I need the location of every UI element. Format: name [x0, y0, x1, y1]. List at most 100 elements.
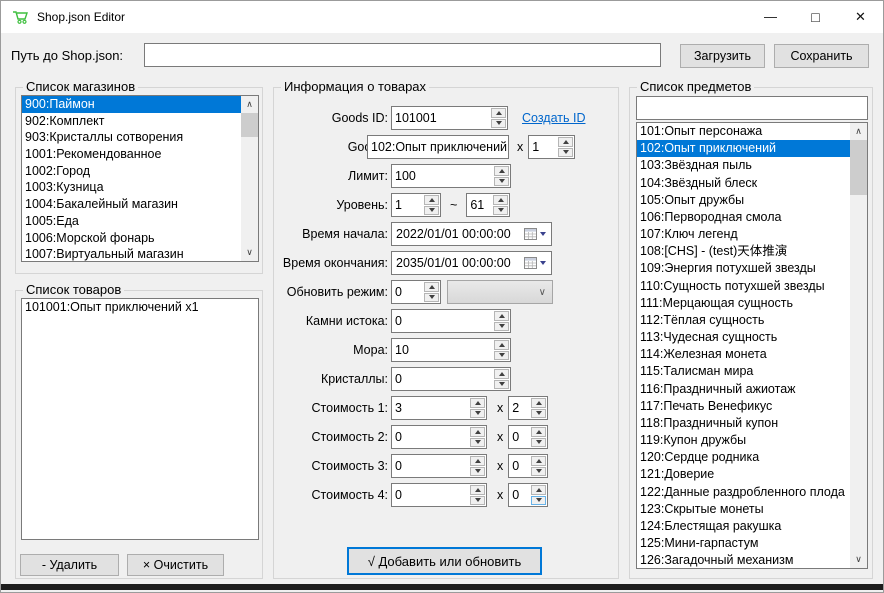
spin-up-button[interactable] — [558, 137, 573, 147]
spin-down-button[interactable] — [558, 148, 573, 158]
cost4-item-stepper[interactable] — [391, 483, 487, 507]
path-input[interactable] — [144, 43, 661, 67]
spin-down-button[interactable] — [493, 206, 508, 216]
limit-field[interactable] — [392, 165, 493, 187]
load-button[interactable]: Загрузить — [680, 44, 765, 68]
spin-up-button[interactable] — [494, 311, 509, 321]
level-min-stepper[interactable] — [391, 193, 441, 217]
cost3-item-stepper[interactable] — [391, 454, 487, 478]
spin-down-button[interactable] — [494, 380, 509, 390]
goods-listbox[interactable]: 101001:Опыт приключений x1 — [21, 298, 259, 540]
save-button[interactable]: Сохранить — [774, 44, 869, 68]
item-list-item[interactable]: 114:Железная монета — [637, 346, 850, 363]
goods-value-box[interactable] — [367, 135, 509, 159]
crystals-stepper[interactable] — [391, 367, 511, 391]
cost1-item-field[interactable] — [392, 397, 469, 419]
cost1-count-stepper[interactable] — [508, 396, 548, 420]
scroll-down-icon[interactable]: ∨ — [241, 244, 258, 261]
item-list-item[interactable]: 117:Печать Венефикус — [637, 398, 850, 415]
spin-down-button[interactable] — [470, 409, 485, 419]
refresh-mode-field[interactable] — [392, 281, 423, 303]
mora-field[interactable] — [392, 339, 493, 361]
goods-count-field[interactable] — [529, 136, 557, 158]
goods-id-field[interactable] — [392, 107, 490, 129]
spin-up-button[interactable] — [494, 340, 509, 350]
spin-down-button[interactable] — [424, 206, 439, 216]
clear-button[interactable]: × Очистить — [127, 554, 224, 576]
spin-down-button[interactable] — [470, 496, 485, 506]
item-list-item[interactable]: 104:Звёздный блеск — [637, 175, 850, 192]
shop-list-item[interactable]: 1006:Морской фонарь — [22, 230, 241, 247]
cost2-item-field[interactable] — [392, 426, 469, 448]
item-list-item[interactable]: 119:Купон дружбы — [637, 432, 850, 449]
primogems-stepper[interactable] — [391, 309, 511, 333]
shop-list-item[interactable]: 1002:Город — [22, 163, 241, 180]
spin-down-button[interactable] — [470, 438, 485, 448]
item-list-item[interactable]: 120:Сердце родника — [637, 449, 850, 466]
item-list-item[interactable]: 123:Скрытые монеты — [637, 501, 850, 518]
item-list-item[interactable]: 108:[CHS] - (test)天体推演 — [637, 243, 850, 260]
item-list-item[interactable]: 106:Первородная смола — [637, 209, 850, 226]
cost2-count-field[interactable] — [509, 426, 530, 448]
item-list-item[interactable]: 118:Праздничный купон — [637, 415, 850, 432]
item-list-item[interactable]: 115:Талисман мира — [637, 363, 850, 380]
delete-button[interactable]: - Удалить — [20, 554, 119, 576]
cost3-item-field[interactable] — [392, 455, 469, 477]
limit-stepper[interactable] — [391, 164, 511, 188]
item-list-item[interactable]: 109:Энергия потухшей звезды — [637, 260, 850, 277]
shop-list-item[interactable]: 1007:Виртуальный магазин — [22, 246, 241, 262]
mora-stepper[interactable] — [391, 338, 511, 362]
primogems-field[interactable] — [392, 310, 493, 332]
item-list-item[interactable]: 105:Опыт дружбы — [637, 192, 850, 209]
maximize-button[interactable]: □ — [793, 1, 838, 32]
goods-id-stepper[interactable] — [391, 106, 508, 130]
spin-down-button[interactable] — [470, 467, 485, 477]
spin-up-button[interactable] — [531, 485, 546, 495]
level-max-field[interactable] — [467, 194, 492, 216]
dropdown-arrow-icon[interactable] — [540, 261, 546, 265]
spin-up-button[interactable] — [470, 456, 485, 466]
scroll-up-icon[interactable]: ∧ — [850, 123, 867, 140]
item-list-item[interactable]: 103:Звёздная пыль — [637, 157, 850, 174]
scrollbar-thumb[interactable] — [241, 113, 258, 137]
spin-up-button[interactable] — [470, 427, 485, 437]
spin-up-button[interactable] — [491, 108, 506, 118]
item-list-item[interactable]: 101:Опыт персонажа — [637, 123, 850, 140]
spin-down-button[interactable] — [494, 322, 509, 332]
crystals-field[interactable] — [392, 368, 493, 390]
add-or-update-button[interactable]: √ Добавить или обновить — [347, 547, 542, 575]
spin-up-button[interactable] — [424, 195, 439, 205]
cost3-count-stepper[interactable] — [508, 454, 548, 478]
spin-down-button[interactable] — [531, 496, 546, 506]
shop-list-item[interactable]: 902:Комплект — [22, 113, 241, 130]
spin-up-button[interactable] — [493, 195, 508, 205]
minimize-button[interactable]: — — [748, 1, 793, 32]
level-max-stepper[interactable] — [466, 193, 510, 217]
close-button[interactable]: ✕ — [838, 1, 883, 32]
spin-up-button[interactable] — [531, 398, 546, 408]
shop-list-item[interactable]: 903:Кристаллы сотворения — [22, 129, 241, 146]
spin-up-button[interactable] — [470, 485, 485, 495]
spin-down-button[interactable] — [491, 119, 506, 129]
spin-up-button[interactable] — [531, 456, 546, 466]
goods-list-item[interactable]: 101001:Опыт приключений x1 — [22, 299, 258, 316]
scroll-down-icon[interactable]: ∨ — [850, 551, 867, 568]
spin-down-button[interactable] — [494, 351, 509, 361]
spin-down-button[interactable] — [494, 177, 509, 187]
spin-down-button[interactable] — [531, 467, 546, 477]
item-list-item[interactable]: 116:Праздничный ажиотаж — [637, 381, 850, 398]
cost4-item-field[interactable] — [392, 484, 469, 506]
spin-up-button[interactable] — [424, 282, 439, 292]
goods-count-stepper[interactable] — [528, 135, 575, 159]
goods-value-field[interactable] — [368, 136, 508, 158]
dropdown-arrow-icon[interactable] — [540, 232, 546, 236]
shop-list-item[interactable]: 1004:Бакалейный магазин — [22, 196, 241, 213]
spin-up-button[interactable] — [494, 166, 509, 176]
end-time-picker[interactable]: 2035/01/01 00:00:00 — [391, 251, 552, 275]
cost1-count-field[interactable] — [509, 397, 530, 419]
item-list-item[interactable]: 102:Опыт приключений — [637, 140, 850, 157]
shop-list-item[interactable]: 1005:Еда — [22, 213, 241, 230]
spin-down-button[interactable] — [424, 293, 439, 303]
shop-list-item[interactable]: 1003:Кузница — [22, 179, 241, 196]
cost1-item-stepper[interactable] — [391, 396, 487, 420]
